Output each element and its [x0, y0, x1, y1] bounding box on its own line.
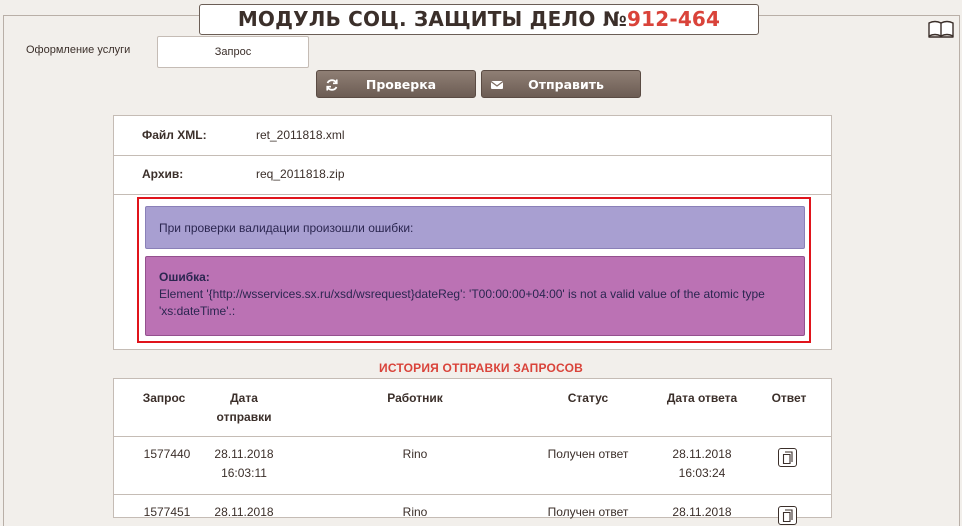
xml-file-value[interactable]: ret_2011818.xml [256, 128, 345, 142]
row-divider [114, 494, 831, 495]
col-status: Статус [567, 391, 609, 405]
send-button[interactable]: Отправить [481, 70, 641, 98]
validation-errors: При проверки валидации произошли ошибки:… [137, 197, 811, 343]
row1-answer-date-value: 28.11.2018 [672, 447, 732, 461]
row1-status: Получен ответ [547, 447, 629, 461]
row1-answer-button[interactable] [778, 448, 797, 467]
history-table: Запрос Дата отправки Работник Статус Дат… [113, 378, 832, 525]
service-select[interactable]: Запрос [157, 36, 309, 68]
row1-sent: 28.11.2018 16:03:11 [202, 445, 286, 483]
case-number: 912-464 [626, 7, 721, 31]
xml-file-row: Файл XML: ret_2011818.xml [114, 116, 831, 156]
col-sent-date-line1: Дата [230, 391, 258, 405]
row1-answer-time: 16:03:24 [678, 466, 726, 480]
page-title: МОДУЛЬ СОЦ. ЗАЩИТЫ ДЕЛО №912-464 [199, 4, 759, 35]
col-answer: Ответ [771, 391, 807, 405]
row1-sent-time: 16:03:11 [221, 466, 267, 480]
error-text: Element '{http://wsservices.sx.ru/xsd/ws… [159, 287, 765, 318]
validation-summary: При проверки валидации произошли ошибки: [145, 206, 805, 249]
check-button[interactable]: Проверка [316, 70, 476, 98]
col-sent-date-line2: отправки [216, 410, 272, 424]
send-button-label: Отправить [528, 77, 604, 92]
archive-label: Архив: [142, 167, 184, 181]
check-button-label: Проверка [365, 77, 437, 92]
col-worker: Работник [387, 391, 443, 405]
row2-answer-button[interactable] [778, 506, 797, 525]
service-label: Оформление услуги [26, 44, 131, 56]
col-answer-date: Дата ответа [666, 391, 738, 405]
book-icon[interactable] [928, 20, 954, 38]
history-title: ИСТОРИЯ ОТПРАВКИ ЗАПРОСОВ [379, 361, 583, 375]
xml-file-label: Файл XML: [142, 128, 207, 142]
col-sent-date: Дата отправки [202, 389, 286, 427]
error-message: Ошибка: Element '{http://wsservices.sx.r… [145, 256, 805, 336]
title-prefix: МОДУЛЬ СОЦ. ЗАЩИТЫ ДЕЛО № [237, 7, 627, 31]
row1-worker: Rino [402, 447, 428, 461]
row1-answer-date: 28.11.2018 16:03:24 [654, 445, 750, 483]
row1-request: 1577440 [143, 447, 191, 461]
archive-row: Архив: req_2011818.zip [114, 155, 831, 195]
document-icon [782, 451, 793, 465]
archive-value[interactable]: req_2011818.zip [256, 167, 345, 181]
error-title: Ошибка: [159, 270, 210, 284]
col-request: Запрос [142, 391, 186, 405]
row-divider [114, 436, 831, 437]
row1-sent-date: 28.11.2018 [214, 447, 274, 461]
document-icon [782, 509, 793, 523]
